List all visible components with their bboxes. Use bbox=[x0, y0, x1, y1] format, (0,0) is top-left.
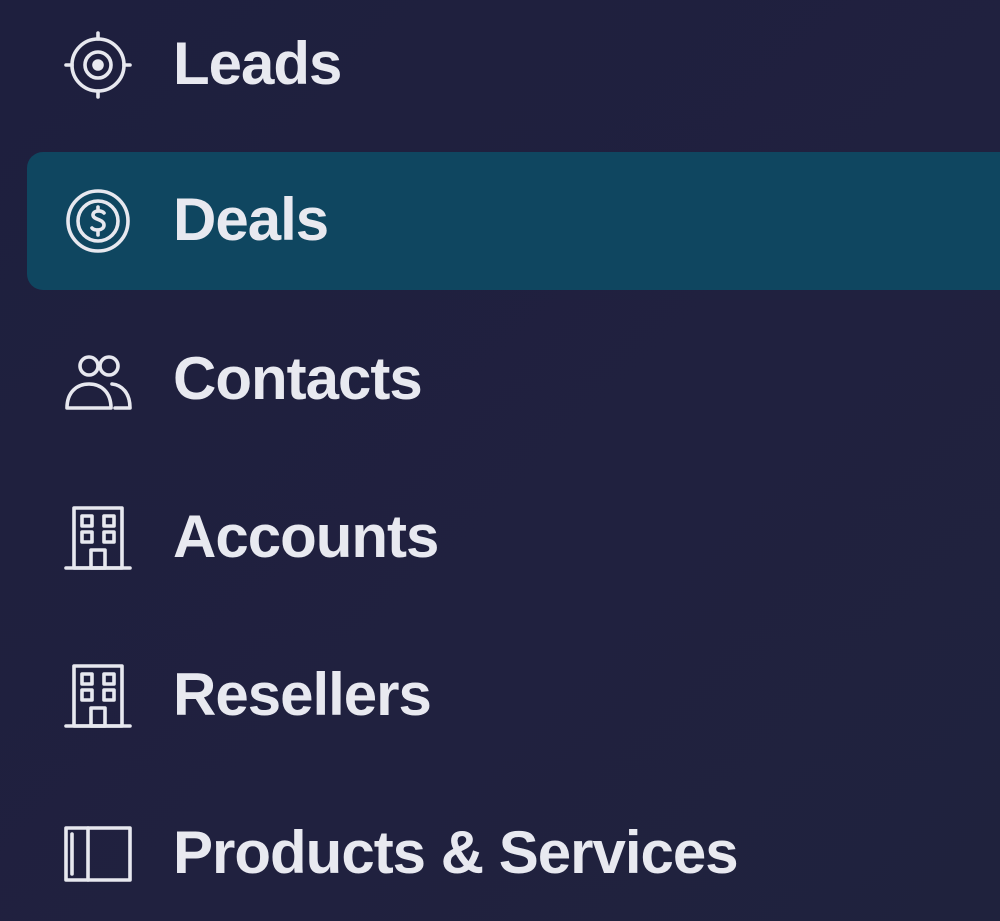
sidebar-item-label: Products & Services bbox=[173, 819, 739, 887]
dollar-circle-icon bbox=[62, 185, 134, 257]
building-icon bbox=[62, 660, 134, 732]
sidebar-item-leads[interactable]: Leads bbox=[27, 0, 1000, 134]
sidebar-item-deals[interactable]: Deals bbox=[27, 152, 1000, 290]
building-icon bbox=[62, 502, 134, 574]
sidebar-item-products-services[interactable]: Products & Services bbox=[27, 785, 1000, 921]
users-icon bbox=[62, 344, 134, 416]
target-icon bbox=[62, 29, 134, 101]
sidebar-item-accounts[interactable]: Accounts bbox=[27, 469, 1000, 607]
sidebar-item-label: Leads bbox=[173, 30, 342, 98]
sidebar-nav: Leads Deals Contacts Accounts Resellers … bbox=[0, 0, 1000, 921]
panel-icon bbox=[62, 818, 134, 890]
sidebar-item-label: Deals bbox=[173, 186, 329, 254]
sidebar-item-label: Resellers bbox=[173, 661, 432, 729]
sidebar-item-resellers[interactable]: Resellers bbox=[27, 627, 1000, 765]
sidebar-item-contacts[interactable]: Contacts bbox=[27, 311, 1000, 449]
sidebar-item-label: Accounts bbox=[173, 503, 439, 571]
sidebar-item-label: Contacts bbox=[173, 345, 423, 413]
